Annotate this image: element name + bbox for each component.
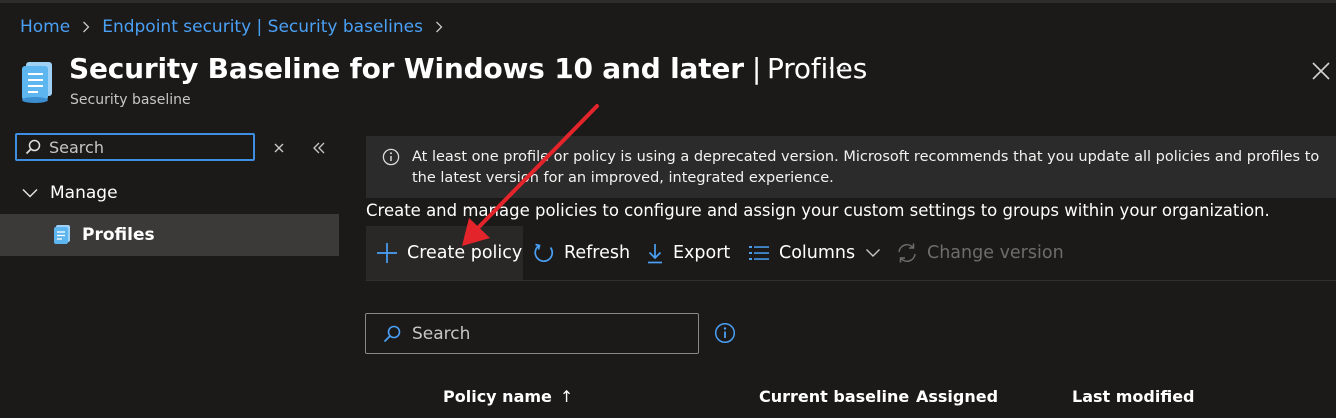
chevron-right-icon [82, 21, 90, 33]
page-title: Security Baseline for Windows 10 and lat… [69, 52, 867, 85]
create-policy-button[interactable]: Create policy [366, 226, 523, 280]
search-icon [25, 139, 41, 155]
profile-document-icon [54, 225, 70, 244]
policy-search-input[interactable] [410, 322, 694, 345]
sidebar-search-input[interactable] [47, 136, 241, 158]
refresh-label: Refresh [564, 243, 631, 263]
column-header-current-baseline[interactable]: Current baseline [759, 387, 909, 406]
clear-icon[interactable] [272, 140, 286, 154]
change-version-button[interactable]: Change version [896, 226, 1064, 280]
create-policy-label: Create policy [407, 243, 523, 263]
column-header-last-modified[interactable]: Last modified [1072, 387, 1195, 406]
collapse-sidebar-icon[interactable] [311, 140, 327, 156]
download-icon [648, 244, 662, 264]
breadcrumb-home[interactable]: Home [20, 17, 70, 37]
sync-icon [898, 243, 916, 263]
info-icon [382, 148, 400, 170]
page-subtitle: Security baseline [70, 92, 191, 108]
column-header-label: Policy name [443, 387, 552, 406]
breadcrumb: Home Endpoint security | Security baseli… [20, 15, 455, 39]
chevron-down-icon [22, 188, 38, 198]
deprecation-alert: At least one profile or policy is using … [366, 136, 1336, 198]
sidebar-group-label: Manage [50, 183, 118, 203]
chevron-right-icon [435, 21, 443, 33]
columns-list-icon [749, 246, 769, 260]
policy-search-box[interactable] [365, 313, 699, 354]
info-icon[interactable] [714, 322, 736, 344]
sidebar-search-box[interactable] [15, 133, 255, 161]
column-header-policy-name[interactable]: Policy name ↑ [443, 387, 573, 406]
column-header-assigned[interactable]: Assigned [916, 387, 998, 406]
command-bar: Create policy Refresh Export Columns Cha… [366, 226, 1336, 281]
refresh-icon [534, 243, 554, 262]
top-border [0, 0, 1336, 3]
change-version-label: Change version [927, 243, 1064, 263]
page-title-main: Security Baseline for Windows 10 and lat… [69, 52, 744, 85]
sidebar-group-manage[interactable]: Manage [22, 180, 118, 206]
export-button[interactable]: Export [646, 226, 730, 280]
sidebar-item-label: Profiles [82, 225, 155, 245]
columns-button[interactable]: Columns [748, 226, 881, 280]
sort-ascending-icon: ↑ [559, 387, 574, 406]
security-baseline-icon [18, 60, 58, 104]
page-description: Create and manage policies to configure … [366, 201, 1270, 220]
alert-message: At least one profile or policy is using … [412, 149, 1320, 186]
export-label: Export [673, 243, 731, 263]
more-options-button[interactable]: ··· [828, 58, 848, 79]
sidebar-item-profiles[interactable]: Profiles [0, 214, 339, 256]
title-separator: | [751, 52, 762, 85]
plus-icon [377, 243, 397, 263]
columns-label: Columns [779, 243, 856, 263]
refresh-button[interactable]: Refresh [533, 226, 630, 280]
search-icon [383, 325, 401, 342]
page-title-section: Profiles [767, 52, 868, 85]
chevron-down-icon [866, 249, 881, 257]
close-icon[interactable] [1310, 60, 1332, 82]
breadcrumb-endpoint-security[interactable]: Endpoint security | Security baselines [102, 17, 423, 37]
